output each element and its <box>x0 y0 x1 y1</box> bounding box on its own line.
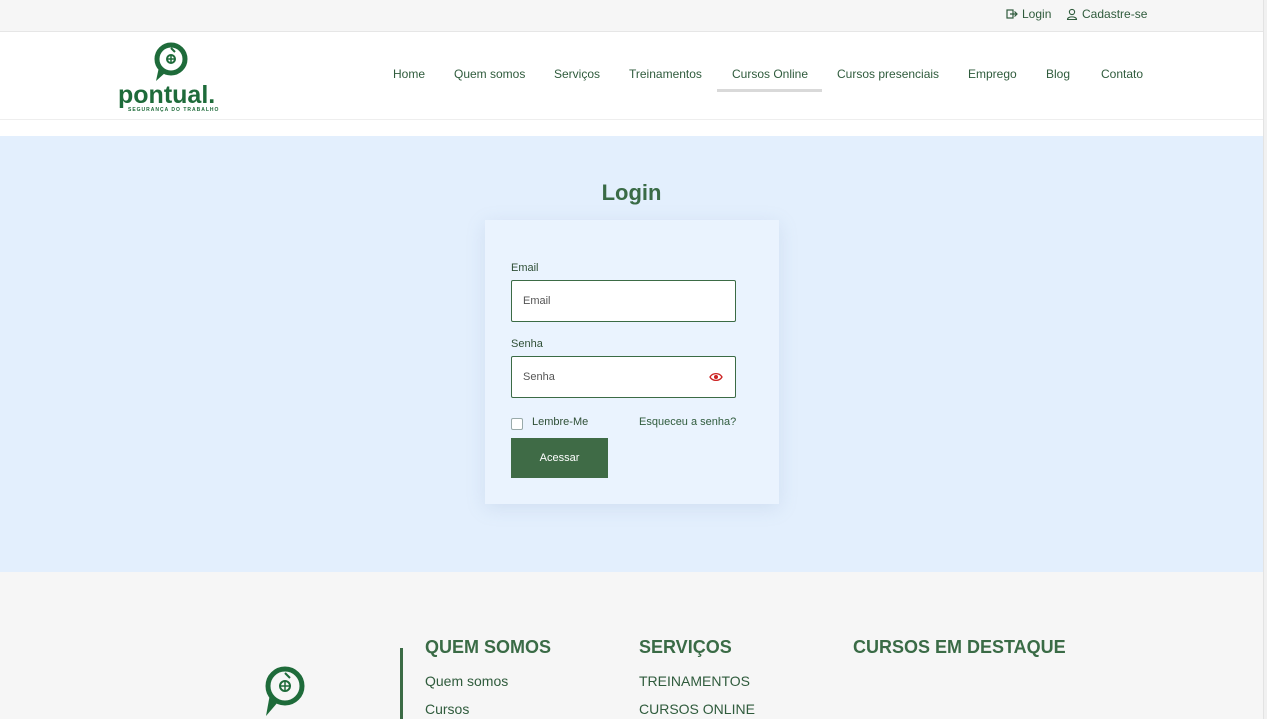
submit-button[interactable]: Acessar <box>511 438 608 478</box>
sign-in-icon <box>1006 9 1018 19</box>
nav-contato[interactable]: Contato <box>1101 67 1143 81</box>
top-bar: Login Cadastre-se <box>0 0 1267 32</box>
footer-link-treinamentos[interactable]: TREINAMENTOS <box>639 673 750 689</box>
email-field-wrapper <box>511 280 736 322</box>
nav-home[interactable]: Home <box>393 67 425 81</box>
user-icon <box>1066 8 1078 20</box>
page-title: Login <box>601 180 662 205</box>
footer-col1-title: QUEM SOMOS <box>425 637 552 657</box>
header-spacer <box>0 120 1267 136</box>
nav-cursos-presenciais[interactable]: Cursos presenciais <box>837 67 939 81</box>
footer-link-cursos-online[interactable]: CURSOS ONLINE <box>639 701 755 717</box>
email-label: Email <box>511 262 539 274</box>
active-nav-indicator <box>717 89 822 92</box>
footer-logo[interactable] <box>262 662 342 719</box>
footer-link-quem-somos[interactable]: Quem somos <box>425 673 508 689</box>
nav-emprego[interactable]: Emprego <box>968 67 1017 81</box>
top-signup-label: Cadastre-se <box>1082 7 1148 21</box>
scrollbar[interactable] <box>1263 0 1267 719</box>
logo-wordmark: pontual. <box>118 81 215 109</box>
forgot-password-link[interactable]: Esqueceu a senha? <box>639 416 736 428</box>
nav-blog[interactable]: Blog <box>1046 67 1070 81</box>
site-footer: QUEM SOMOS Quem somos Cursos SERVIÇOS TR… <box>0 572 1263 719</box>
eye-icon[interactable] <box>709 371 723 383</box>
pontual-logo[interactable]: pontual. SEGURANÇA DO TRABALHO <box>118 39 223 113</box>
top-login-label: Login <box>1022 7 1052 21</box>
password-field-wrapper <box>511 356 736 398</box>
footer-col2-title: SERVIÇOS <box>639 637 732 657</box>
login-section: Login Email Senha Lembre-Me Esqueceu a s… <box>0 136 1263 572</box>
nav-cursos-online[interactable]: Cursos Online <box>732 67 808 81</box>
nav-servicos[interactable]: Serviços <box>554 67 600 81</box>
remember-label: Lembre-Me <box>532 416 589 428</box>
footer-divider <box>400 648 403 719</box>
password-label: Senha <box>511 338 543 350</box>
nav-treinamentos[interactable]: Treinamentos <box>629 67 702 81</box>
top-signup-link[interactable]: Cadastre-se <box>1066 7 1147 21</box>
logo-tagline: SEGURANÇA DO TRABALHO <box>128 107 219 113</box>
footer-col3-title: CURSOS EM DESTAQUE <box>853 637 1066 657</box>
top-login-link[interactable]: Login <box>1006 7 1051 21</box>
site-header: pontual. SEGURANÇA DO TRABALHO Home Quem… <box>0 32 1267 120</box>
nav-quem-somos[interactable]: Quem somos <box>454 67 525 81</box>
password-input[interactable] <box>512 357 692 397</box>
email-input[interactable] <box>512 281 692 321</box>
footer-link-cursos[interactable]: Cursos <box>425 701 469 717</box>
login-card: Email Senha Lembre-Me Esqueceu a senha? … <box>485 220 779 504</box>
remember-checkbox[interactable] <box>511 418 523 430</box>
